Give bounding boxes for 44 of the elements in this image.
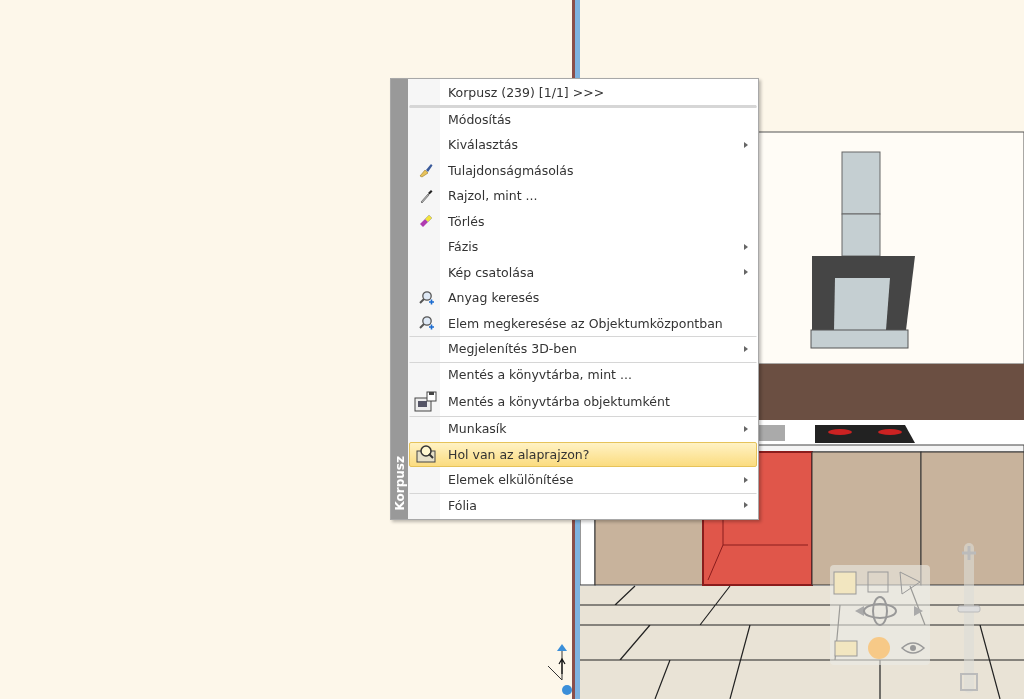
slider-thumb[interactable] bbox=[957, 605, 981, 613]
search-icon bbox=[418, 315, 434, 332]
submenu-arrow-icon bbox=[744, 269, 748, 276]
perspective-icon[interactable] bbox=[899, 571, 921, 595]
submenu-arrow-icon bbox=[744, 502, 748, 509]
menu-item[interactable]: Hol van az alaprajzon? bbox=[409, 441, 757, 467]
menu-item[interactable]: Rajzol, mint ... bbox=[409, 183, 757, 209]
fit-view-icon[interactable] bbox=[960, 673, 978, 691]
menu-item[interactable]: Kiválasztás bbox=[409, 132, 757, 158]
menu-item[interactable]: Munkasík bbox=[409, 416, 757, 442]
floor-plan-icon[interactable] bbox=[834, 640, 858, 657]
sphere-icon[interactable] bbox=[868, 637, 890, 659]
menu-item[interactable]: Elemek elkülönítése bbox=[409, 467, 757, 493]
menu-side-label: Korpusz bbox=[392, 456, 407, 511]
menu-item[interactable]: Módosítás bbox=[409, 106, 757, 132]
search-icon bbox=[418, 289, 434, 306]
cube-view-icon[interactable] bbox=[833, 571, 857, 595]
pan-left-icon[interactable] bbox=[855, 606, 864, 616]
cube-view-icon[interactable] bbox=[867, 571, 889, 593]
zoom-in-icon[interactable] bbox=[960, 544, 978, 562]
menu-item[interactable]: Mentés a könyvtárba objektumként bbox=[409, 387, 757, 416]
menu-item[interactable]: Megjelenítés 3D-ben bbox=[409, 336, 757, 362]
submenu-arrow-icon bbox=[744, 141, 748, 148]
submenu-arrow-icon bbox=[744, 243, 748, 250]
menu-item[interactable]: Törlés bbox=[409, 208, 757, 234]
menu-item[interactable]: Fólia bbox=[409, 492, 757, 518]
eraser-icon bbox=[418, 213, 434, 230]
menu-item[interactable]: Tulajdonságmásolás bbox=[409, 157, 757, 183]
dropper-icon bbox=[418, 187, 434, 204]
submenu-arrow-icon bbox=[744, 345, 748, 352]
submenu-arrow-icon bbox=[744, 425, 748, 432]
eye-icon[interactable] bbox=[901, 642, 925, 654]
menu-item[interactable]: Anyag keresés bbox=[409, 285, 757, 311]
menu-header[interactable]: Korpusz (239) [1/1] >>> bbox=[409, 80, 757, 107]
pan-right-icon[interactable] bbox=[914, 606, 923, 616]
menu-item[interactable]: Elem megkeresése az Objektumközpontban bbox=[409, 310, 757, 336]
submenu-arrow-icon bbox=[744, 476, 748, 483]
save-to-library-icon bbox=[414, 390, 438, 413]
menu-item[interactable]: Fázis bbox=[409, 234, 757, 260]
menu-item[interactable]: Kép csatolása bbox=[409, 259, 757, 285]
menu-item[interactable]: Mentés a könyvtárba, mint ... bbox=[409, 361, 757, 387]
floor-plan-magnifier-icon bbox=[415, 444, 437, 465]
orbit-icon[interactable] bbox=[863, 596, 897, 626]
brush-icon bbox=[418, 162, 434, 179]
